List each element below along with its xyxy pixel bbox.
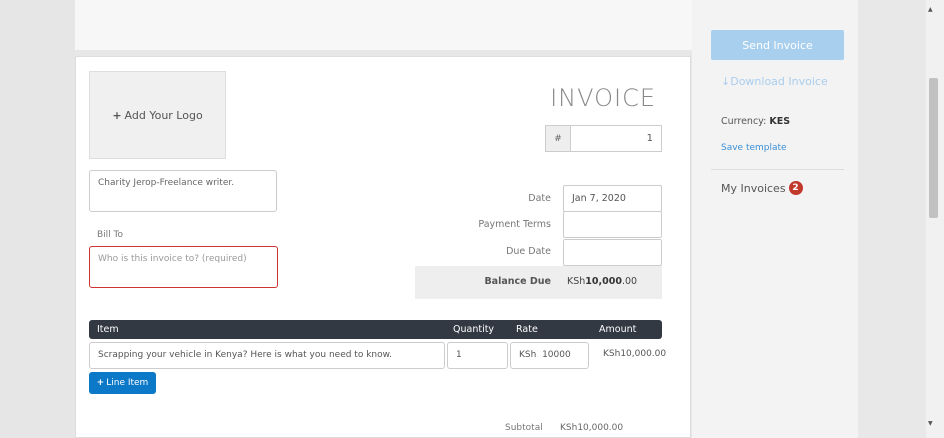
invoice-count-badge: 2 (788, 181, 803, 195)
header-quantity: Quantity (453, 324, 495, 335)
download-icon: ↓ (721, 75, 731, 88)
currency-info: Currency: KES (721, 116, 790, 127)
balance-cents: .00 (621, 276, 638, 287)
payment-terms-field[interactable] (563, 211, 662, 238)
scroll-down-icon[interactable]: ▼ (928, 420, 933, 427)
plus-icon: + (96, 378, 105, 388)
scrollbar-track[interactable] (926, 0, 944, 438)
right-gutter (858, 0, 926, 438)
rate-currency: KSh (519, 350, 537, 360)
line-item-quantity[interactable]: 1 (447, 342, 508, 369)
my-invoices-link[interactable]: My Invoices 2 (721, 181, 803, 195)
date-label: Date (528, 193, 551, 204)
due-date-field[interactable] (563, 239, 662, 266)
header-rate: Rate (516, 324, 538, 335)
invoice-title: INVOICE (550, 84, 656, 112)
items-table-header: Item Quantity Rate Amount (89, 320, 662, 339)
scroll-up-icon[interactable]: ▲ (928, 6, 933, 13)
plus-icon: + (112, 108, 122, 122)
bill-to-label: Bill To (97, 230, 124, 240)
from-field[interactable]: Charity Jerop-Freelance writer. (89, 170, 277, 212)
balance-due-value: KSh10,000.00 (567, 276, 637, 287)
header-amount: Amount (599, 324, 637, 335)
currency-label: Currency: (721, 116, 767, 127)
bill-to-field[interactable]: Who is this invoice to? (required) (89, 246, 278, 288)
scrollbar-thumb[interactable] (929, 78, 938, 218)
sidebar (692, 0, 858, 438)
my-invoices-label: My Invoices (721, 181, 786, 195)
balance-currency: KSh (567, 276, 586, 287)
invoice-number-value[interactable]: 1 (571, 126, 661, 151)
line-item-description[interactable]: Scrapping your vehicle in Kenya? Here is… (89, 342, 445, 369)
line-item-rate[interactable]: KSh 10000 (510, 342, 589, 369)
balance-due-label: Balance Due (484, 276, 551, 287)
add-line-label: Line Item (106, 378, 149, 388)
subtotal-value: KSh10,000.00 (560, 423, 624, 433)
payment-terms-label: Payment Terms (478, 219, 551, 230)
header-item: Item (97, 324, 119, 335)
add-logo-label: Add Your Logo (124, 108, 203, 122)
currency-value: KES (769, 116, 791, 127)
hash-prefix: # (546, 126, 571, 151)
save-template-link[interactable]: Save template (721, 143, 787, 153)
download-invoice-link[interactable]: ↓Download Invoice (721, 75, 828, 88)
date-field[interactable]: Jan 7, 2020 (563, 185, 662, 212)
send-invoice-button[interactable]: Send Invoice (711, 30, 844, 60)
add-line-item-button[interactable]: + Line Item (89, 372, 156, 394)
invoice-number-field[interactable]: # 1 (545, 125, 662, 152)
add-logo-button[interactable]: + Add Your Logo (89, 71, 226, 159)
top-band (75, 0, 692, 50)
due-date-label: Due Date (506, 246, 551, 257)
line-item-amount: KSh10,000.00 (603, 349, 667, 359)
sidebar-divider (711, 169, 844, 170)
download-label: Download Invoice (730, 75, 828, 88)
left-gutter (0, 0, 75, 438)
balance-amount: 10,000 (585, 276, 622, 287)
rate-value: 10000 (542, 350, 571, 360)
subtotal-label: Subtotal (505, 423, 543, 433)
